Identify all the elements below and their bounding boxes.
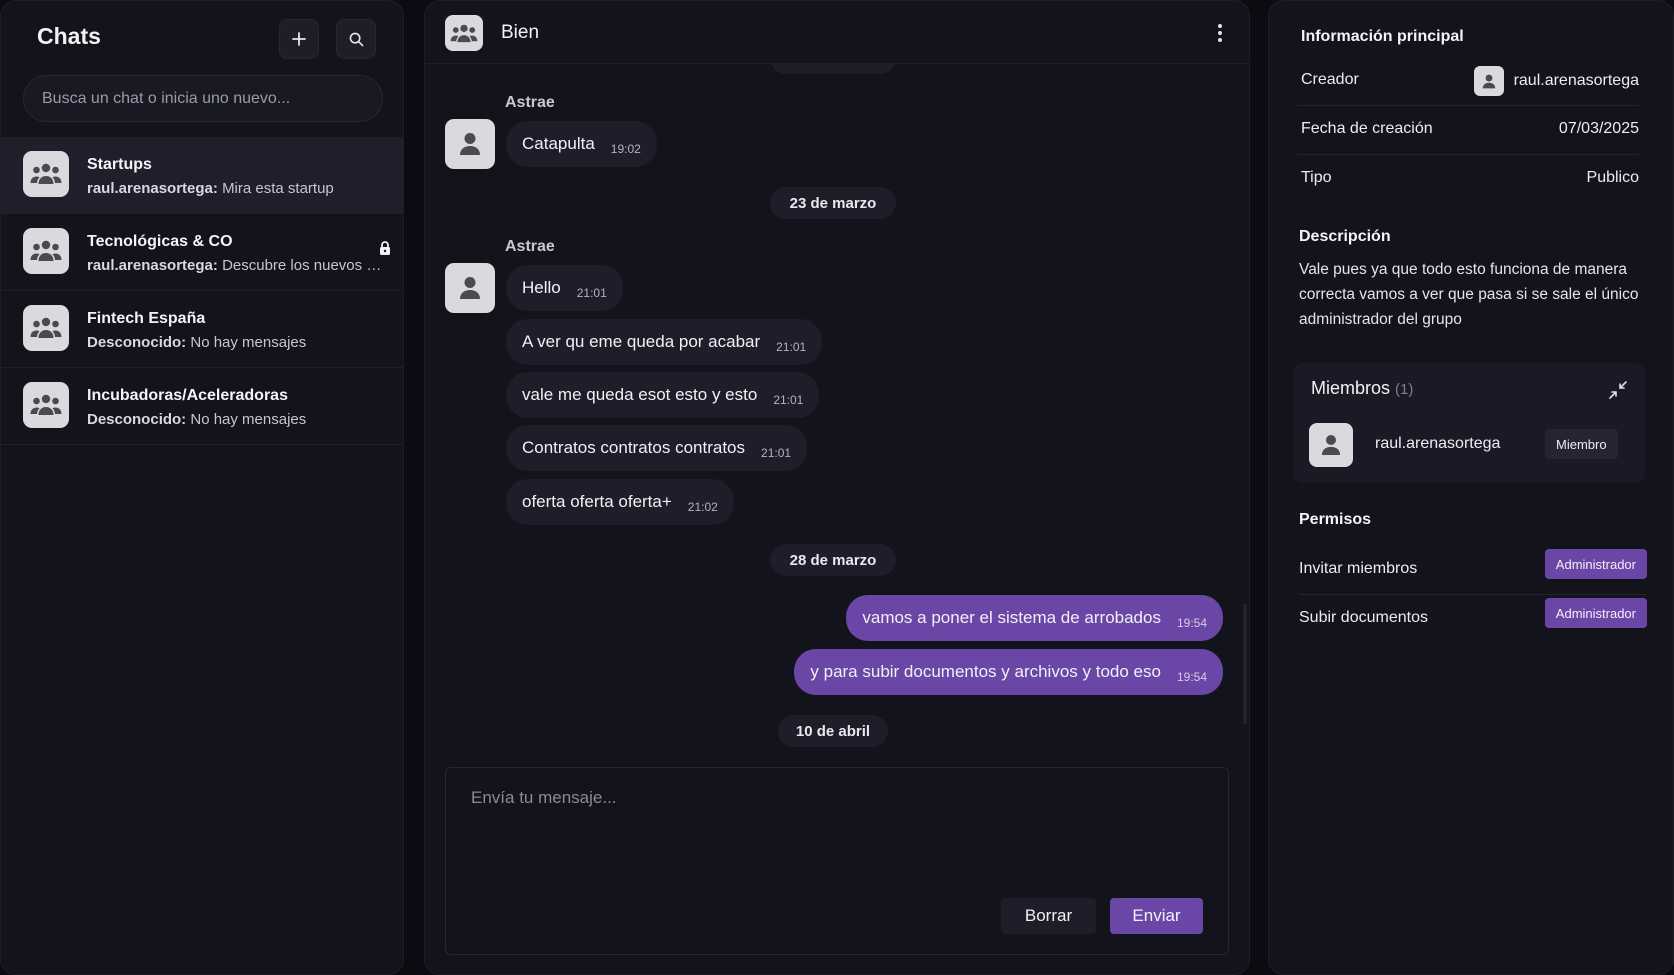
group-icon — [23, 305, 69, 351]
group-icon — [445, 15, 483, 51]
creator-label: Creador — [1301, 71, 1359, 88]
message-bubble: oferta oferta oferta+ 21:02 — [506, 479, 734, 525]
send-button[interactable]: Enviar — [1110, 898, 1203, 934]
chat-header: Bien — [425, 1, 1249, 64]
permission-row-invite: Invitar miembros Administrador — [1299, 546, 1647, 595]
date-separator: 23 de marzo — [770, 187, 896, 219]
permission-role-button[interactable]: Administrador — [1544, 598, 1647, 628]
message-bubble: Catapulta 19:02 — [506, 121, 657, 167]
collapse-icon[interactable] — [1609, 381, 1627, 399]
chat-sidebar: Chats Busca un chat o inicia uno nuevo..… — [0, 0, 404, 975]
chat-preview: Desconocido: No hay mensajes — [87, 334, 307, 351]
creation-date-label: Fecha de creación — [1301, 120, 1433, 137]
description-text: Vale pues ya que todo esto funciona de m… — [1299, 261, 1639, 328]
members-card: Miembros (1) raul.arenasortega Miembro — [1293, 363, 1645, 483]
creator-row: Creador raul.arenasortega — [1297, 57, 1639, 106]
chat-preview: raul.arenasortega: Mira esta startup — [87, 180, 334, 197]
kebab-icon[interactable] — [1217, 23, 1223, 43]
permission-row-upload: Subir documentos Administrador — [1299, 595, 1647, 644]
message-scrollbar[interactable] — [1243, 604, 1247, 724]
group-icon — [23, 382, 69, 428]
message-bubble: Hello 21:01 — [506, 265, 623, 311]
plus-icon — [292, 32, 306, 46]
group-icon — [23, 151, 69, 197]
search-chats-button[interactable] — [336, 19, 376, 59]
permission-role-button[interactable]: Administrador — [1544, 549, 1647, 579]
chat-list: Startups raul.arenasortega: Mira esta st… — [1, 137, 403, 445]
chat-preview: raul.arenasortega: Descubre los nuevos m… — [87, 257, 382, 274]
permission-label: Invitar miembros — [1299, 560, 1418, 577]
chat-name: Incubadoras/Aceleradoras — [87, 387, 288, 404]
message-bubble: Contratos contratos contratos 21:01 — [506, 425, 808, 471]
date-separator: 10 de abril — [778, 715, 888, 747]
chat-item-incubadoras[interactable]: Incubadoras/Aceleradoras Desconocido: No… — [1, 368, 403, 445]
chat-name: Startups — [87, 156, 152, 173]
chat-name: Tecnológicas & CO — [87, 233, 233, 250]
member-role-badge[interactable]: Miembro — [1545, 429, 1618, 459]
message-input-placeholder[interactable]: Envía tu mensaje... — [471, 788, 617, 808]
chat-preview: Desconocido: No hay mensajes — [87, 411, 307, 428]
main-info-title: Información principal — [1301, 28, 1464, 45]
message-bubble: vale me queda esot esto y esto 21:01 — [506, 372, 820, 418]
group-icon — [23, 228, 69, 274]
sidebar-title: Chats — [37, 23, 101, 49]
creation-date-row: Fecha de creación 07/03/2025 — [1297, 106, 1639, 155]
description-title: Descripción — [1299, 228, 1391, 245]
permission-label: Subir documentos — [1299, 609, 1428, 626]
message-sender: Astrae — [505, 94, 555, 111]
message-bubble-own: vamos a poner el sistema de arrobados 19:… — [846, 595, 1223, 641]
user-icon — [1473, 66, 1504, 96]
chat-panel: Bien Astrae Catapulta 19:02 23 de marzo A… — [424, 0, 1250, 975]
creation-date-value: 07/03/2025 — [1558, 120, 1639, 137]
search-icon — [349, 32, 363, 46]
message-bubble-own: y para subir documentos y archivos y tod… — [794, 649, 1223, 695]
chat-item-fintech[interactable]: Fintech España Desconocido: No hay mensa… — [1, 291, 403, 368]
lock-icon — [380, 241, 390, 255]
message-composer[interactable]: Envía tu mensaje... Borrar Enviar — [445, 767, 1229, 955]
clear-button[interactable]: Borrar — [1001, 898, 1096, 934]
date-pill-partial — [770, 64, 896, 74]
chat-item-startups[interactable]: Startups raul.arenasortega: Mira esta st… — [1, 137, 403, 214]
type-value: Publico — [1586, 169, 1639, 186]
message-bubble: A ver qu eme queda por acabar 21:01 — [506, 319, 823, 365]
message-list: Astrae Catapulta 19:02 23 de marzo Astrae… — [425, 64, 1249, 764]
type-row: Tipo Publico — [1297, 155, 1639, 204]
chat-title: Bien — [501, 22, 540, 43]
date-separator: 28 de marzo — [770, 544, 896, 576]
search-placeholder: Busca un chat o inicia uno nuevo... — [42, 89, 291, 107]
chat-search-input[interactable]: Busca un chat o inicia uno nuevo... — [23, 75, 383, 122]
user-icon — [1309, 423, 1353, 467]
chat-item-tecnologicas[interactable]: Tecnológicas & CO raul.arenasortega: Des… — [1, 214, 403, 291]
user-icon — [445, 119, 495, 169]
user-icon — [445, 263, 495, 313]
new-chat-button[interactable] — [279, 19, 319, 59]
creator-value: raul.arenasortega — [1473, 66, 1639, 96]
member-name: raul.arenasortega — [1375, 435, 1501, 452]
members-title: Miembros (1) — [1311, 378, 1414, 398]
type-label: Tipo — [1301, 169, 1332, 186]
details-panel: Información principal Creador raul.arena… — [1268, 0, 1674, 975]
message-sender: Astrae — [505, 238, 555, 255]
chat-name: Fintech España — [87, 310, 206, 327]
permissions-title: Permisos — [1299, 511, 1372, 528]
